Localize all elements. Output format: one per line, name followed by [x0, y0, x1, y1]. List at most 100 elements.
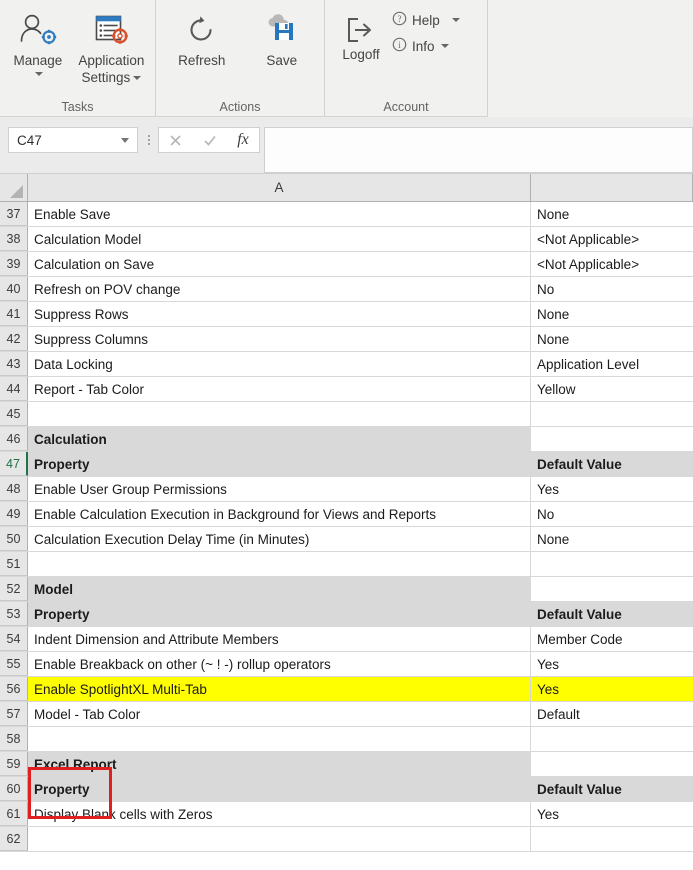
table-row[interactable]: 48 Enable User Group Permissions Yes: [0, 477, 693, 502]
cell-a[interactable]: Enable User Group Permissions: [28, 477, 531, 501]
row-header[interactable]: 40: [0, 277, 28, 301]
manage-dropdown-caret[interactable]: [32, 69, 44, 83]
cell-b[interactable]: Member Code: [531, 627, 693, 651]
cell-b[interactable]: None: [531, 527, 693, 551]
cell-b[interactable]: Default Value: [531, 602, 693, 626]
cell-b[interactable]: [531, 827, 693, 851]
table-row[interactable]: 59 Excel Report: [0, 752, 693, 777]
column-header-a[interactable]: A: [28, 174, 531, 201]
row-header[interactable]: 47: [0, 452, 28, 476]
row-header[interactable]: 57: [0, 702, 28, 726]
cell-b[interactable]: Yes: [531, 652, 693, 676]
cell-b[interactable]: [531, 727, 693, 751]
row-header[interactable]: 53: [0, 602, 28, 626]
cell-a[interactable]: Property: [28, 602, 531, 626]
row-header[interactable]: 45: [0, 402, 28, 426]
cell-a[interactable]: Enable SpotlightXL Multi-Tab: [28, 677, 531, 701]
row-header[interactable]: 54: [0, 627, 28, 651]
cell-b[interactable]: None: [531, 302, 693, 326]
row-header[interactable]: 59: [0, 752, 28, 776]
row-header[interactable]: 39: [0, 252, 28, 276]
cell-a[interactable]: [28, 552, 531, 576]
cell-b[interactable]: Default Value: [531, 452, 693, 476]
table-row[interactable]: 60 Property Default Value: [0, 777, 693, 802]
table-row[interactable]: 56 Enable SpotlightXL Multi-Tab Yes: [0, 677, 693, 702]
row-header[interactable]: 38: [0, 227, 28, 251]
row-header[interactable]: 56: [0, 677, 28, 701]
cell-b[interactable]: None: [531, 327, 693, 351]
select-all-corner[interactable]: [0, 174, 28, 201]
cell-a[interactable]: Calculation Execution Delay Time (in Min…: [28, 527, 531, 551]
row-header[interactable]: 51: [0, 552, 28, 576]
cell-a[interactable]: Enable Calculation Execution in Backgrou…: [28, 502, 531, 526]
cell-b[interactable]: Yes: [531, 677, 693, 701]
row-header[interactable]: 60: [0, 777, 28, 801]
table-row[interactable]: 38 Calculation Model <Not Applicable>: [0, 227, 693, 252]
table-row[interactable]: 50 Calculation Execution Delay Time (in M…: [0, 527, 693, 552]
table-row[interactable]: 54 Indent Dimension and Attribute Members…: [0, 627, 693, 652]
logoff-button[interactable]: Logoff: [335, 4, 387, 63]
info-button[interactable]: i Info: [387, 34, 465, 58]
help-button[interactable]: ? Help: [387, 8, 465, 32]
cell-a[interactable]: Report - Tab Color: [28, 377, 531, 401]
cell-a[interactable]: Suppress Rows: [28, 302, 531, 326]
table-row[interactable]: 51: [0, 552, 693, 577]
help-dropdown-caret[interactable]: [451, 18, 460, 22]
cell-a[interactable]: Model: [28, 577, 531, 601]
cell-a[interactable]: Indent Dimension and Attribute Members: [28, 627, 531, 651]
table-row[interactable]: 39 Calculation on Save <Not Applicable>: [0, 252, 693, 277]
cell-a[interactable]: Data Locking: [28, 352, 531, 376]
cell-b[interactable]: <Not Applicable>: [531, 252, 693, 276]
cell-a[interactable]: Model - Tab Color: [28, 702, 531, 726]
row-header[interactable]: 48: [0, 477, 28, 501]
cell-b[interactable]: Default: [531, 702, 693, 726]
column-header-b[interactable]: [531, 174, 693, 201]
cell-b[interactable]: Yes: [531, 477, 693, 501]
cell-a[interactable]: Property: [28, 777, 531, 801]
cell-b[interactable]: No: [531, 502, 693, 526]
cell-b[interactable]: <Not Applicable>: [531, 227, 693, 251]
table-row[interactable]: 40 Refresh on POV change No: [0, 277, 693, 302]
row-header[interactable]: 62: [0, 827, 28, 851]
table-row[interactable]: 37 Enable Save None: [0, 202, 693, 227]
table-row[interactable]: 49 Enable Calculation Execution in Backgr…: [0, 502, 693, 527]
table-row[interactable]: 52 Model: [0, 577, 693, 602]
cell-b[interactable]: Yellow: [531, 377, 693, 401]
row-header[interactable]: 49: [0, 502, 28, 526]
row-header[interactable]: 50: [0, 527, 28, 551]
row-header[interactable]: 41: [0, 302, 28, 326]
cell-a[interactable]: Suppress Columns: [28, 327, 531, 351]
table-row[interactable]: 62: [0, 827, 693, 852]
fx-icon[interactable]: fx: [227, 128, 259, 152]
row-header[interactable]: 61: [0, 802, 28, 826]
cell-a[interactable]: Enable Save: [28, 202, 531, 226]
cell-a[interactable]: Calculation on Save: [28, 252, 531, 276]
table-row[interactable]: 42 Suppress Columns None: [0, 327, 693, 352]
cell-a[interactable]: [28, 402, 531, 426]
cell-b[interactable]: [531, 427, 693, 451]
name-box[interactable]: C47: [8, 127, 138, 153]
row-header[interactable]: 37: [0, 202, 28, 226]
row-header[interactable]: 46: [0, 427, 28, 451]
table-row[interactable]: 45: [0, 402, 693, 427]
table-row[interactable]: 46 Calculation: [0, 427, 693, 452]
cell-a[interactable]: Excel Report: [28, 752, 531, 776]
table-row[interactable]: 55 Enable Breakback on other (~ ! -) roll…: [0, 652, 693, 677]
manage-button[interactable]: Manage: [4, 4, 72, 83]
cell-b[interactable]: Yes: [531, 802, 693, 826]
cell-a[interactable]: Property: [28, 452, 531, 476]
table-row[interactable]: 43 Data Locking Application Level: [0, 352, 693, 377]
table-row[interactable]: 47 Property Default Value: [0, 452, 693, 477]
table-row[interactable]: 58: [0, 727, 693, 752]
cell-b[interactable]: [531, 577, 693, 601]
cell-b[interactable]: [531, 752, 693, 776]
info-dropdown-caret[interactable]: [440, 44, 449, 48]
check-icon[interactable]: [192, 128, 226, 152]
table-row[interactable]: 41 Suppress Rows None: [0, 302, 693, 327]
cancel-x-icon[interactable]: [159, 128, 192, 152]
cell-a[interactable]: Display Blank cells with Zeros: [28, 802, 531, 826]
table-row[interactable]: 61 Display Blank cells with Zeros Yes: [0, 802, 693, 827]
cell-b[interactable]: [531, 552, 693, 576]
application-settings-dropdown-caret[interactable]: [133, 76, 142, 81]
save-button[interactable]: Save: [256, 4, 308, 69]
